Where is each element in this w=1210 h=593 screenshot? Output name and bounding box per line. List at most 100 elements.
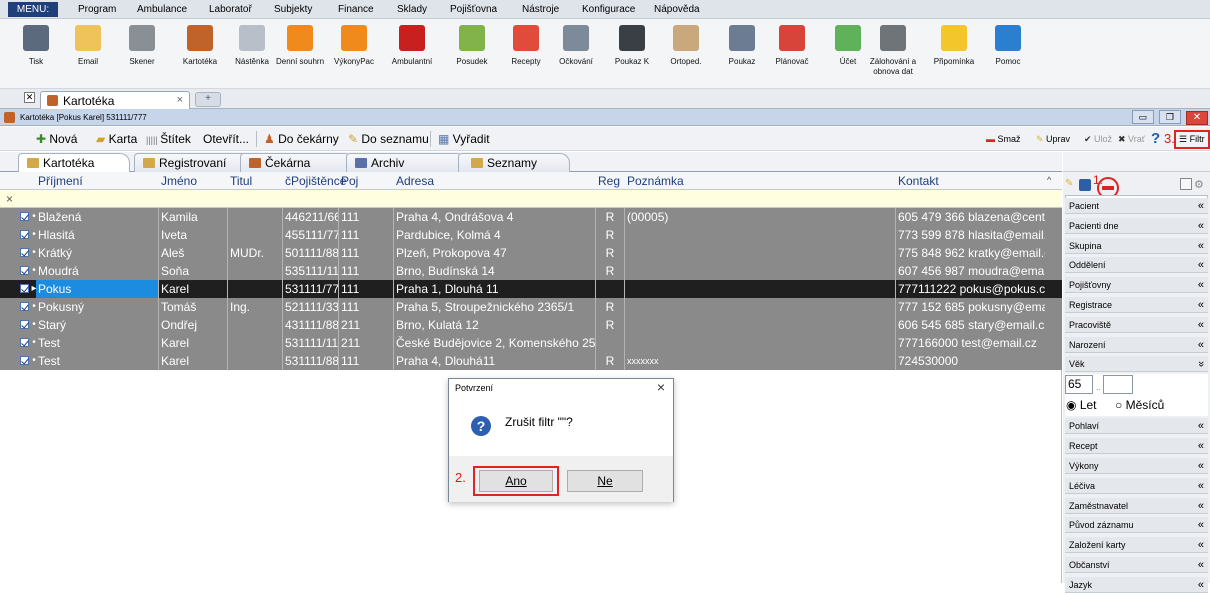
expanded-chevron-icon[interactable]: » <box>1193 361 1209 367</box>
radio-years[interactable]: ◉ Let <box>1066 398 1097 412</box>
column-header-titul[interactable]: Titul <box>230 174 252 188</box>
ribbon-button-14[interactable]: Plánovač <box>764 22 820 67</box>
column-header-poznamka[interactable]: Poznámka <box>627 174 684 188</box>
menu-finance[interactable]: Finance <box>338 2 374 17</box>
menu-napoveda[interactable]: Nápověda <box>654 2 700 17</box>
collapse-chevron-icon[interactable]: « <box>1198 557 1204 573</box>
filter-item[interactable]: Výkony « <box>1065 458 1208 474</box>
tab-cekarna[interactable]: Čekárna <box>240 153 354 172</box>
collapse-chevron-icon[interactable]: « <box>1198 577 1204 593</box>
collapse-chevron-icon[interactable]: « <box>1198 537 1204 553</box>
collapse-chevron-icon[interactable]: « <box>1198 317 1204 333</box>
minimize-icon[interactable]: ▭ <box>1131 110 1154 124</box>
collapse-chevron-icon[interactable]: « <box>1198 297 1204 313</box>
filter-item[interactable]: Pohlaví « <box>1065 418 1208 435</box>
close-window-icon[interactable]: ✕ <box>1186 111 1208 125</box>
collapse-chevron-icon[interactable]: « <box>1198 198 1204 214</box>
ribbon-button-11[interactable]: Poukaz K <box>604 22 660 67</box>
filter-row[interactable]: × <box>0 190 1062 208</box>
new-tab-button[interactable]: + <box>195 92 221 107</box>
table-row[interactable]: Blažená Kamila 446211/666111Praha 4, Ondrá… <box>0 208 1062 226</box>
ribbon-button-3[interactable]: Kartotéka <box>172 22 228 67</box>
new-button[interactable]: ✚ Nová <box>36 132 77 146</box>
row-checkbox[interactable] <box>20 266 29 275</box>
filter-item[interactable]: Recept « <box>1065 438 1208 455</box>
save-icon[interactable] <box>1079 179 1091 191</box>
table-row[interactable]: Hlasitá Iveta 455111/777111Pardubice, Kolm… <box>0 226 1062 244</box>
ribbon-button-18[interactable]: Pomoc <box>980 22 1036 67</box>
discard-button[interactable]: ▦ Vyřadit <box>438 132 490 146</box>
age-from-input[interactable]: 65 <box>1065 375 1093 395</box>
save-button[interactable]: ✔ Ulož <box>1084 134 1112 145</box>
filter-item[interactable]: Pracoviště « <box>1065 316 1208 333</box>
collapse-chevron-icon[interactable]: « <box>1198 438 1204 454</box>
to-waiting-room-button[interactable]: ♟ Do čekárny <box>264 132 339 146</box>
pencil-icon[interactable]: ✎ <box>1065 178 1075 190</box>
delete-button[interactable]: ▬ Smaž <box>986 134 1021 145</box>
collapse-chevron-icon[interactable]: « <box>1198 458 1204 474</box>
collapse-chevron-icon[interactable]: « <box>1198 478 1204 494</box>
copy-icon[interactable] <box>1180 178 1192 190</box>
ribbon-button-16[interactable]: Zálohování a obnova dat <box>860 22 926 77</box>
collapse-chevron-icon[interactable]: « <box>1198 257 1204 273</box>
ribbon-button-7[interactable]: Ambulantní <box>384 22 440 67</box>
restore-icon[interactable]: ❐ <box>1158 110 1181 124</box>
menu-program[interactable]: Program <box>78 2 116 17</box>
dialog-close-icon[interactable]: × <box>657 379 665 395</box>
no-button[interactable]: Ne <box>567 470 643 492</box>
edit-button[interactable]: ✎ Uprav <box>1036 134 1070 145</box>
menu-ambulance[interactable]: Ambulance <box>137 2 187 17</box>
menu-laborator[interactable]: Laboratoř <box>209 2 252 17</box>
filter-item[interactable]: Založení karty « <box>1065 537 1208 554</box>
tab-archiv[interactable]: Archiv <box>346 153 466 172</box>
tab-kartoteka[interactable]: Kartotéka <box>18 153 130 173</box>
table-row[interactable]: PokusKarel 531111/777111Praha 1, Dlouhá 1… <box>0 280 1062 298</box>
row-checkbox[interactable] <box>20 356 29 365</box>
row-checkbox[interactable] <box>20 284 29 293</box>
table-row[interactable]: Pokusný TomášIng.521111/333111Praha 5, St… <box>0 298 1062 316</box>
ribbon-button-0[interactable]: Tisk <box>8 22 64 67</box>
column-header-kontakt[interactable]: Kontakt <box>898 174 939 188</box>
filter-item[interactable]: Narození « <box>1065 336 1208 353</box>
column-header-reg[interactable]: Reg <box>598 174 620 188</box>
collapse-chevron-icon[interactable]: « <box>1198 277 1204 293</box>
filter-item[interactable]: Pojišťovny « <box>1065 277 1208 294</box>
tab-seznamy[interactable]: Seznamy <box>458 153 570 172</box>
card-button[interactable]: ▰ Karta <box>96 132 137 146</box>
menu-subjekty[interactable]: Subjekty <box>274 2 312 17</box>
column-header-poj[interactable]: Poj <box>341 174 358 188</box>
filter-item[interactable]: Skupina « <box>1065 237 1208 254</box>
revert-button[interactable]: ✖ Vrať <box>1118 134 1145 145</box>
menu-nastroje[interactable]: Nástroje <box>522 2 559 17</box>
scroll-up-icon[interactable]: ^ <box>1047 175 1051 185</box>
ribbon-button-17[interactable]: Připomínka <box>926 22 982 67</box>
collapse-chevron-icon[interactable]: « <box>1198 498 1204 514</box>
ribbon-button-1[interactable]: Email <box>60 22 116 67</box>
menu-pojistovna[interactable]: Pojišťovna <box>450 2 497 17</box>
table-row[interactable]: Test Karel 531111/888111Praha 4, Dlouhá11R… <box>0 352 1062 370</box>
filter-item[interactable]: Oddělení « <box>1065 257 1208 274</box>
menu-main-button[interactable]: MENU: <box>8 2 58 17</box>
collapse-chevron-icon[interactable]: « <box>1198 517 1204 533</box>
filter-item[interactable]: Jazyk « <box>1065 576 1208 593</box>
table-row[interactable]: Krátký AlešMUDr.501111/888111Plzeň, Proko… <box>0 244 1062 262</box>
ribbon-button-9[interactable]: Recepty <box>498 22 554 67</box>
gear-icon[interactable]: ⚙ <box>1194 178 1204 191</box>
column-header-prijmeni[interactable]: Příjmení <box>38 174 83 188</box>
help-icon[interactable]: ? <box>1151 130 1160 147</box>
ribbon-button-8[interactable]: Posudek <box>444 22 500 67</box>
filter-item[interactable]: Věk » <box>1065 356 1209 373</box>
filter-item[interactable]: Zaměstnavatel « <box>1065 497 1208 514</box>
column-header-jmeno[interactable]: Jméno <box>161 174 197 188</box>
filter-item[interactable]: Léčiva « <box>1065 477 1208 494</box>
table-row[interactable]: Moudrá Soňa 535111/111111Brno, Budínská 14… <box>0 262 1062 280</box>
ribbon-button-10[interactable]: Očkování <box>548 22 604 67</box>
filter-item[interactable]: Původ záznamu « <box>1065 517 1208 534</box>
filter-item[interactable]: Občanství « <box>1065 557 1208 573</box>
collapse-chevron-icon[interactable]: « <box>1198 218 1204 234</box>
row-checkbox[interactable] <box>20 212 29 221</box>
tab-registrovani[interactable]: Registrovaní <box>134 153 252 172</box>
close-all-icon[interactable]: ✕ <box>24 92 35 103</box>
menu-sklady[interactable]: Sklady <box>397 2 427 17</box>
collapse-chevron-icon[interactable]: « <box>1198 337 1204 353</box>
